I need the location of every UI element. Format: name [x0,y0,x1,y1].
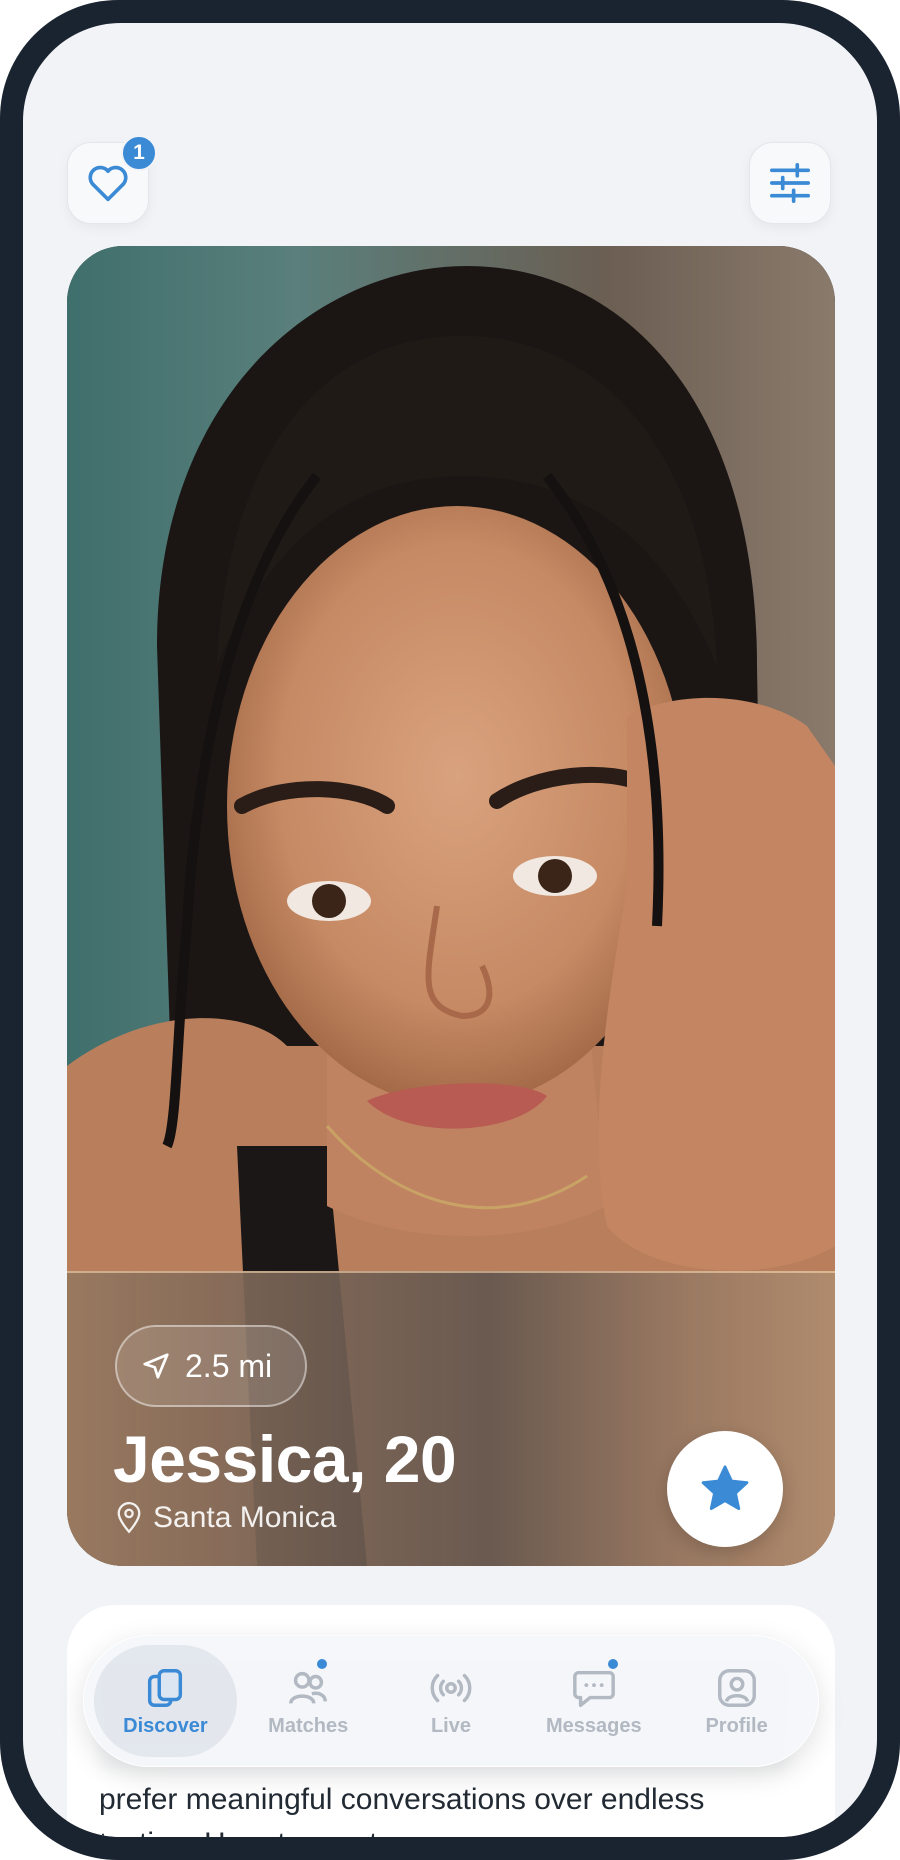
broadcast-icon [430,1673,472,1702]
distance-pill: 2.5 mi [115,1325,307,1407]
distance-label: 2.5 mi [185,1347,273,1384]
tab-messages-label: Messages [545,1714,642,1737]
tab-live[interactable]: Live [380,1645,523,1757]
filter-button[interactable] [749,142,831,224]
person-icon [717,1668,756,1707]
profile-location: Santa Monica [115,1501,336,1535]
tab-profile[interactable]: Profile [665,1645,808,1757]
location-pin-icon [117,1502,141,1534]
bio-text: prefer meaningful conversations over end… [99,1783,705,1837]
tab-discover-label: Discover [123,1714,208,1737]
tab-messages[interactable]: Messages [522,1645,665,1757]
likes-count-badge: 1 [121,135,157,171]
star-icon [701,1465,749,1510]
messages-notification-dot [608,1659,619,1669]
people-icon [289,1671,328,1704]
tab-discover[interactable]: Discover [94,1645,237,1757]
location-label: Santa Monica [153,1501,337,1534]
bottom-tab-bar: Discover Matches Live Messages Profile [83,1635,819,1767]
profile-card[interactable]: 2.5 mi Jessica, 20 Santa Monica [67,246,835,1566]
profile-name-age: Jessica, 20 [113,1422,457,1496]
tab-matches-label: Matches [268,1714,349,1737]
screen: 1 2.5 mi Jessica, 20 Santa Monica prefer… [23,23,877,1837]
tab-profile-label: Profile [705,1714,768,1737]
matches-notification-dot [316,1659,327,1669]
tab-matches[interactable]: Matches [237,1645,380,1757]
device-frame: 1 2.5 mi Jessica, 20 Santa Monica prefer… [0,0,900,1860]
profile-info-panel: 2.5 mi Jessica, 20 Santa Monica [67,1271,835,1566]
chat-icon [572,1670,615,1707]
tab-live-label: Live [430,1714,471,1737]
cards-icon [148,1668,183,1707]
sliders-icon [769,163,810,203]
heart-icon [88,165,128,202]
navigation-arrow-icon [143,1353,169,1379]
super-like-button[interactable] [667,1431,783,1547]
